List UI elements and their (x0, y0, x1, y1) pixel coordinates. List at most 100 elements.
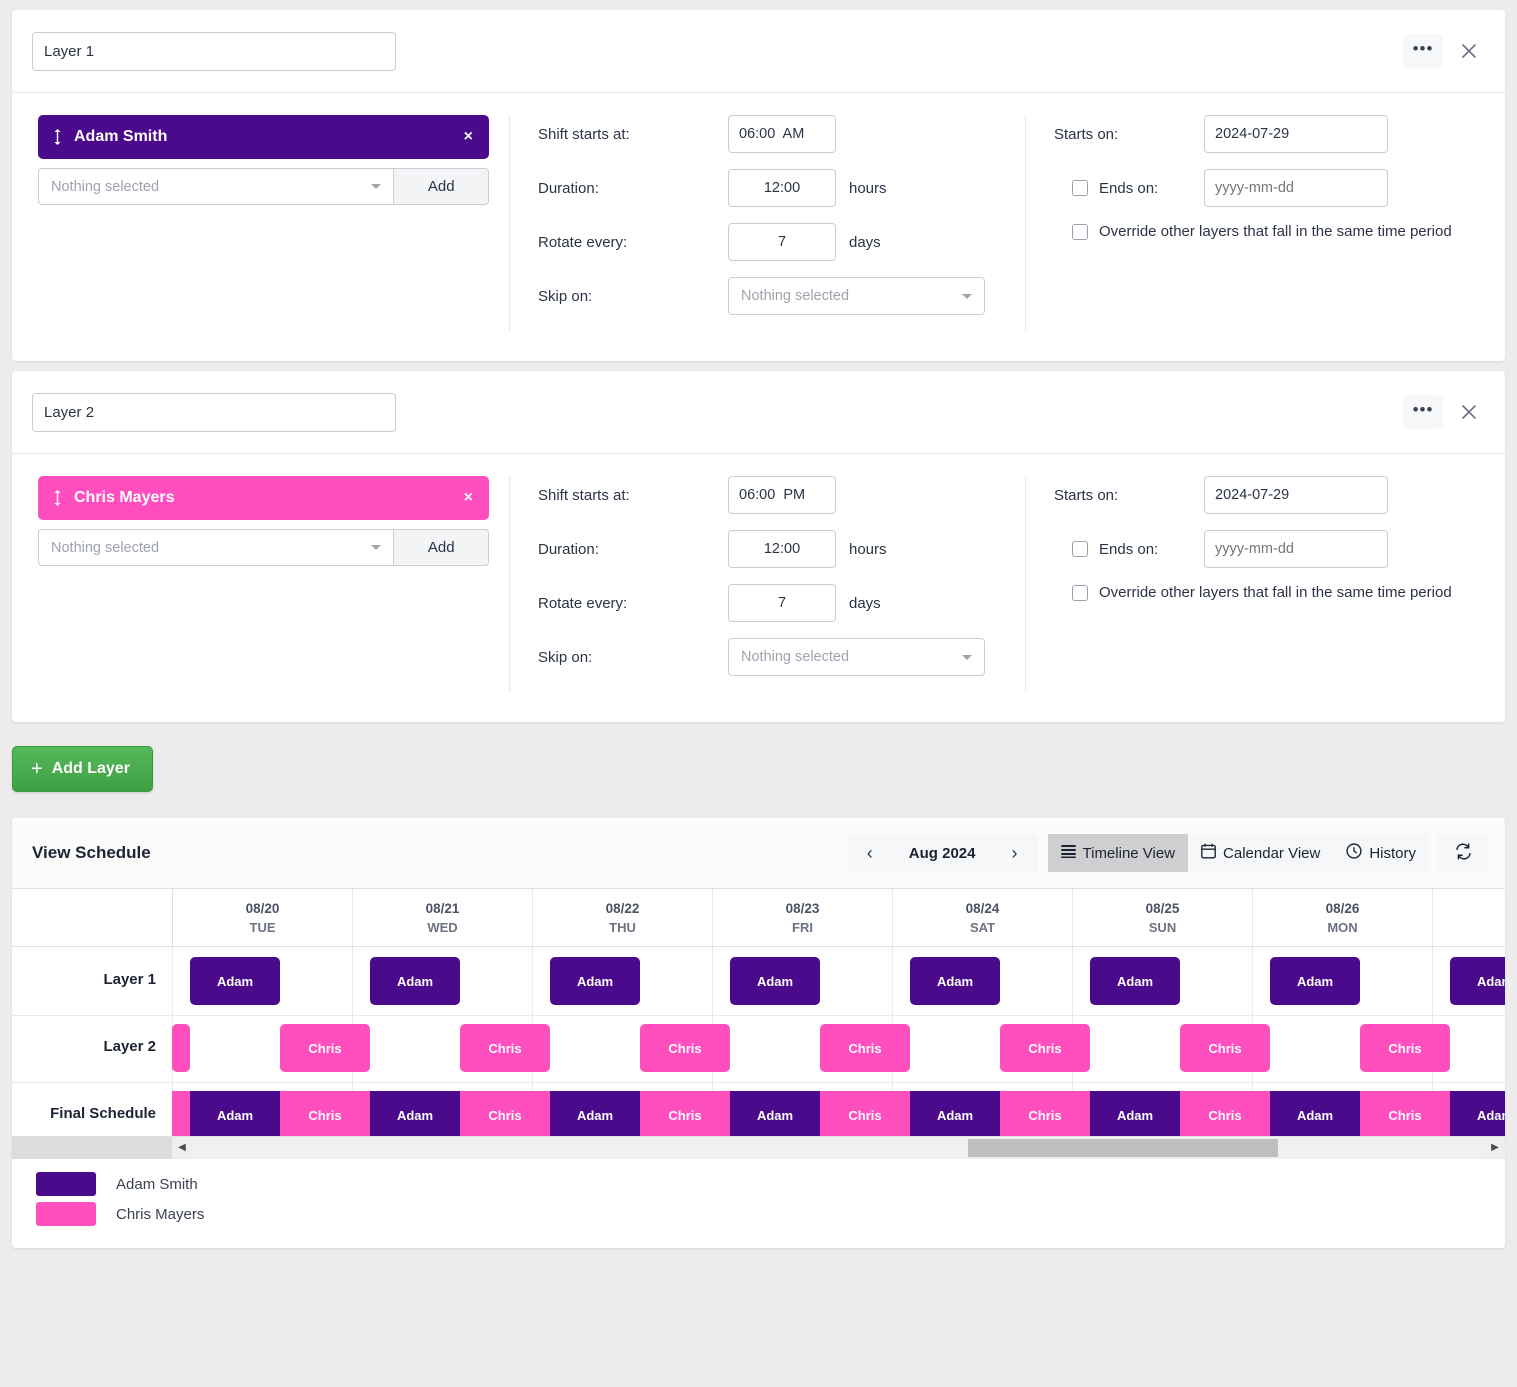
rotate-input[interactable] (728, 584, 836, 622)
skip-select[interactable]: Nothing selected (728, 277, 985, 315)
duration-input[interactable] (728, 530, 836, 568)
timeline-shift-bar[interactable]: Adam (190, 957, 280, 1005)
timeline-shift-bar[interactable]: Adam (1090, 957, 1180, 1005)
timeline-shift-bar[interactable]: Adam (1270, 1091, 1360, 1136)
scroll-left-arrow-icon[interactable]: ◀ (172, 1136, 192, 1159)
timeline-shift-bar[interactable]: Adam (550, 957, 640, 1005)
ends-on-checkbox[interactable] (1072, 180, 1088, 196)
shift-bar-label: Chris (848, 1040, 882, 1056)
timeline-shift-bar[interactable]: Chris (460, 1091, 550, 1136)
ends-on-input[interactable] (1204, 169, 1388, 207)
timeline-shift-bar[interactable]: Chris (280, 1091, 370, 1136)
timeline-shift-bar[interactable]: Adam (1270, 957, 1360, 1005)
remove-user-icon[interactable]: × (464, 128, 473, 146)
day-weekday: TUE (249, 920, 276, 935)
schedule-legend: Adam Smith Chris Mayers (12, 1158, 1505, 1248)
timeline-shift-bar[interactable]: Chris (1000, 1091, 1090, 1136)
starts-on-input[interactable] (1204, 115, 1388, 153)
override-checkbox[interactable] (1072, 584, 1088, 601)
prev-month-button[interactable]: ‹ (846, 834, 893, 872)
drag-vertical-icon[interactable] (52, 128, 63, 146)
timeline-row-label: Layer 2 (103, 1038, 156, 1055)
scrollbar-track[interactable] (192, 1136, 1485, 1159)
timeline-scroll-viewport[interactable]: 08/20 TUE 08/21 WED 08/22 THU 08/23 FRI … (12, 889, 1505, 1136)
scroll-right-arrow-icon[interactable]: ▶ (1485, 1136, 1505, 1159)
override-label: Override other layers that fall in the s… (1099, 223, 1452, 240)
timeline-shift-bar[interactable]: Chris (820, 1091, 910, 1136)
current-month-label[interactable]: Aug 2024 (892, 834, 992, 872)
shift-bar-label: Chris (1388, 1107, 1422, 1123)
tab-calendar-view[interactable]: Calendar View (1188, 834, 1334, 872)
user-select-placeholder: Nothing selected (51, 539, 160, 556)
shift-starts-input[interactable] (728, 476, 836, 514)
user-chip[interactable]: Chris Mayers × (38, 476, 489, 520)
shift-starts-input[interactable] (728, 115, 836, 153)
tab-timeline-view[interactable]: Timeline View (1047, 834, 1189, 872)
user-chip[interactable]: Adam Smith × (38, 115, 489, 159)
timeline-shift-bar[interactable]: Adam (370, 1091, 460, 1136)
timeline-shift-bar[interactable]: Adam (910, 1091, 1000, 1136)
add-layer-button[interactable]: + Add Layer (12, 746, 153, 792)
add-user-button[interactable]: Add (393, 529, 489, 566)
refresh-button[interactable] (1437, 834, 1489, 872)
duration-input[interactable] (728, 169, 836, 207)
timeline-shift-bar[interactable]: Chris (1180, 1024, 1270, 1072)
timeline-shift-bar[interactable]: Adam (1450, 957, 1505, 1005)
close-icon[interactable] (1451, 395, 1487, 429)
timeline-shift-bar[interactable]: Adam (550, 1091, 640, 1136)
timeline-shift-bar[interactable]: Chris (460, 1024, 550, 1072)
timeline-shift-bar[interactable]: Adam (370, 957, 460, 1005)
duration-unit: hours (849, 179, 887, 197)
override-checkbox[interactable] (1072, 223, 1088, 240)
timeline-shift-bar[interactable]: Adam (1090, 1091, 1180, 1136)
ends-on-checkbox[interactable] (1072, 541, 1088, 557)
timeline-shift-bar[interactable] (172, 1024, 190, 1072)
skip-select[interactable]: Nothing selected (728, 638, 985, 676)
remove-user-icon[interactable]: × (464, 489, 473, 507)
timeline-shift-bar[interactable]: Chris (1000, 1024, 1090, 1072)
shift-bar-label: Adam (936, 1107, 974, 1123)
chevron-down-icon (371, 184, 382, 189)
starts-on-input[interactable] (1204, 476, 1388, 514)
timeline-day-header: 08/25 SUN (1072, 889, 1252, 947)
add-user-button[interactable]: Add (393, 168, 489, 205)
timeline-shift-bar[interactable]: Adam (910, 957, 1000, 1005)
ends-on-input[interactable] (1204, 530, 1388, 568)
shift-bar-label: Adam (1116, 1107, 1154, 1123)
timeline-shift-bar[interactable]: Chris (280, 1024, 370, 1072)
timeline-shift-bar[interactable]: Chris (1360, 1091, 1450, 1136)
timeline-horizontal-scrollbar[interactable]: ◀ ▶ (12, 1136, 1505, 1159)
tab-timeline-view-label: Timeline View (1082, 844, 1176, 862)
timeline-shift-bar[interactable]: Adam (190, 1091, 280, 1136)
layer-name-input[interactable] (32, 31, 396, 71)
user-select[interactable]: Nothing selected (38, 529, 394, 566)
day-weekday: SAT (969, 920, 996, 935)
timeline-shift-bar[interactable] (172, 1091, 190, 1136)
skip-label: Skip on: (538, 648, 593, 666)
timeline-shift-bar[interactable]: Adam (730, 957, 820, 1005)
shift-starts-row: Shift starts at: (538, 476, 1007, 514)
ends-on-left: Ends on: (1054, 180, 1204, 197)
timeline-row-divider (12, 1082, 1505, 1083)
rotate-input[interactable] (728, 223, 836, 261)
timeline-shift-bar[interactable]: Chris (640, 1091, 730, 1136)
skip-select-placeholder: Nothing selected (741, 649, 850, 665)
timeline-shift-bar[interactable]: Adam (1450, 1091, 1505, 1136)
user-select[interactable]: Nothing selected (38, 168, 394, 205)
starts-on-row: Starts on: (1054, 476, 1485, 514)
scrollbar-thumb[interactable] (967, 1138, 1279, 1157)
timeline-shift-bar[interactable]: Chris (640, 1024, 730, 1072)
timeline-shift-bar[interactable]: Chris (820, 1024, 910, 1072)
next-month-button[interactable]: › (991, 834, 1038, 872)
layer-menu-button[interactable]: ••• (1403, 34, 1443, 68)
drag-vertical-icon[interactable] (52, 489, 63, 507)
timeline-shift-bar[interactable]: Chris (1180, 1091, 1270, 1136)
tab-history[interactable]: History (1333, 834, 1429, 872)
layer-menu-button[interactable]: ••• (1403, 395, 1443, 429)
shift-bar-label: Chris (1208, 1107, 1242, 1123)
layer-name-input[interactable] (32, 392, 396, 432)
timeline-shift-bar[interactable]: Chris (1360, 1024, 1450, 1072)
timeline-shift-bar[interactable]: Adam (730, 1091, 820, 1136)
close-icon[interactable] (1451, 34, 1487, 68)
view-controls: ‹ Aug 2024 › Timeline View Calendar View… (846, 834, 1489, 872)
